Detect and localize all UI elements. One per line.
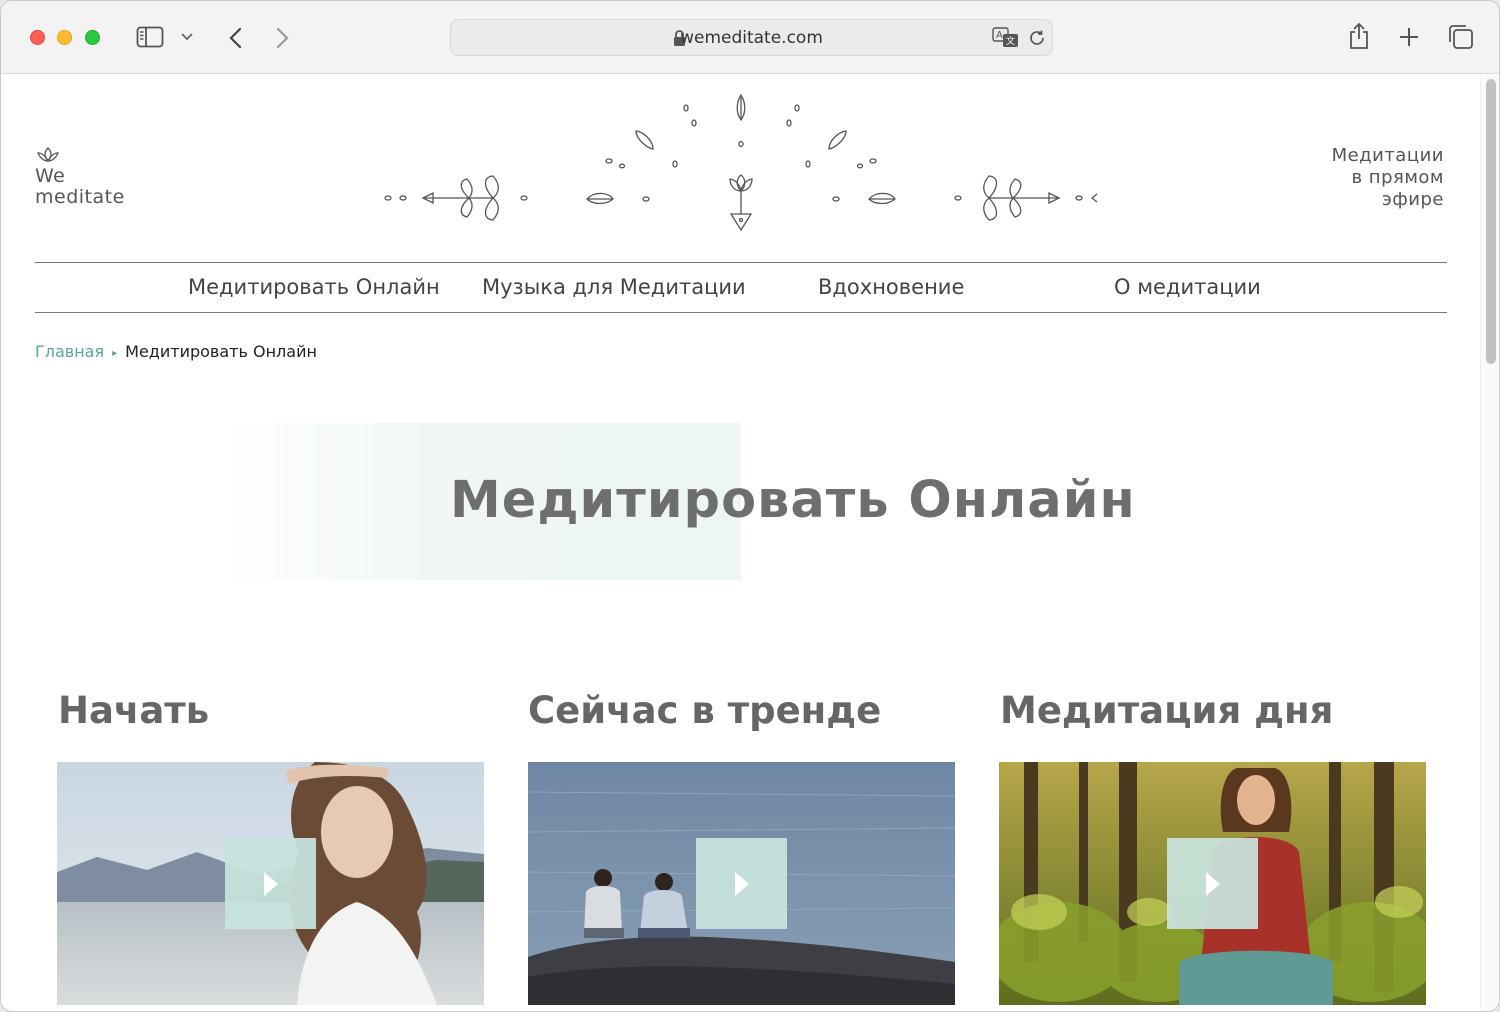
address-bar[interactable]: wemeditate.com A文: [450, 19, 1053, 56]
breadcrumb: Главная ▸ Медитировать Онлайн: [35, 342, 317, 361]
decorative-ornament-icon: [384, 93, 1098, 232]
live-line-3: эфире: [1382, 189, 1444, 210]
breadcrumb-current: Медитировать Онлайн: [125, 342, 317, 361]
video-thumbnail-start[interactable]: [57, 762, 484, 1005]
section-title-start: Начать: [58, 689, 210, 732]
translate-icon[interactable]: A文: [992, 27, 1020, 49]
page-title: Медитировать Онлайн: [450, 471, 1136, 530]
live-line-1: Медитации: [1331, 145, 1444, 166]
live-line-2: в прямом: [1351, 167, 1444, 188]
main-nav: Медитировать Онлайн Музыка для Медитации…: [35, 262, 1447, 313]
logo-line-2: meditate: [35, 186, 125, 208]
scrollbar-thumb[interactable]: [1486, 79, 1496, 364]
section-title-daily: Медитация дня: [1000, 689, 1334, 732]
sidebar-icon[interactable]: [135, 25, 165, 49]
play-button[interactable]: [1167, 838, 1258, 929]
tabs-icon[interactable]: [1447, 23, 1475, 51]
close-window-button[interactable]: [30, 30, 45, 45]
plus-icon[interactable]: [1397, 25, 1421, 49]
play-icon: [734, 871, 749, 896]
zoom-window-button[interactable]: [85, 30, 100, 45]
play-icon: [263, 871, 278, 896]
play-icon: [1205, 871, 1220, 896]
video-thumbnail-trending[interactable]: [528, 762, 955, 1005]
nav-item-inspiration[interactable]: Вдохновение: [818, 275, 964, 299]
minimize-window-button[interactable]: [57, 30, 72, 45]
svg-text:文: 文: [1006, 35, 1015, 47]
play-button[interactable]: [696, 838, 787, 929]
forward-icon[interactable]: [273, 25, 293, 51]
browser-window: wemeditate.com A文 We meditate Медитации …: [0, 0, 1500, 1012]
breadcrumb-separator-icon: ▸: [112, 348, 118, 359]
browser-toolbar: wemeditate.com A文: [1, 1, 1499, 74]
nav-item-meditate-online[interactable]: Медитировать Онлайн: [188, 275, 440, 299]
live-meditations-link[interactable]: Медитации в прямом эфире: [1332, 145, 1444, 211]
nav-item-about[interactable]: О медитации: [1114, 275, 1261, 299]
lotus-icon: [37, 147, 59, 162]
play-button[interactable]: [225, 838, 316, 929]
chevron-down-icon[interactable]: [180, 31, 194, 43]
back-icon[interactable]: [225, 25, 245, 51]
reload-icon[interactable]: [1027, 28, 1047, 48]
site-logo[interactable]: We meditate: [35, 146, 125, 208]
breadcrumb-home-link[interactable]: Главная: [35, 342, 104, 361]
section-title-trending: Сейчас в тренде: [528, 689, 882, 732]
share-icon[interactable]: [1346, 21, 1372, 51]
url-text: wemeditate.com: [680, 28, 823, 48]
svg-text:A: A: [996, 30, 1003, 41]
video-thumbnail-daily[interactable]: [999, 762, 1426, 1005]
logo-line-1: We: [35, 165, 66, 187]
nav-item-music[interactable]: Музыка для Медитации: [482, 275, 746, 299]
